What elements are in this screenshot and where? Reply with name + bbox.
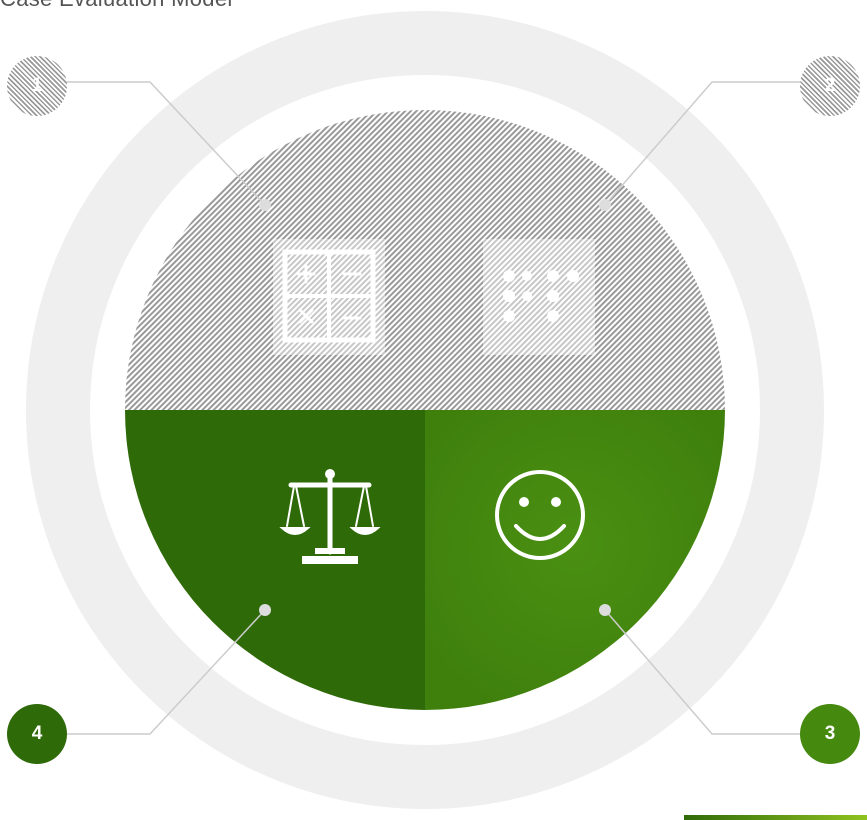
connector-dot-3 (599, 604, 611, 616)
connector-dot-4 (259, 604, 271, 616)
quadrant-badge-1: 1 (7, 56, 67, 116)
evaluation-diagram (26, 11, 824, 809)
quadrant-badge-3: 3 (800, 704, 860, 764)
calculator-icon (273, 239, 385, 355)
quadrant-badge-4: 4 (7, 704, 67, 764)
dot-grid-icon (483, 239, 595, 355)
connector-dot-1 (259, 199, 271, 211)
quadrant-top (125, 110, 725, 410)
connector-dot-2 (599, 199, 611, 211)
accent-bar (684, 815, 867, 820)
quadrant-badge-2: 2 (800, 56, 860, 116)
